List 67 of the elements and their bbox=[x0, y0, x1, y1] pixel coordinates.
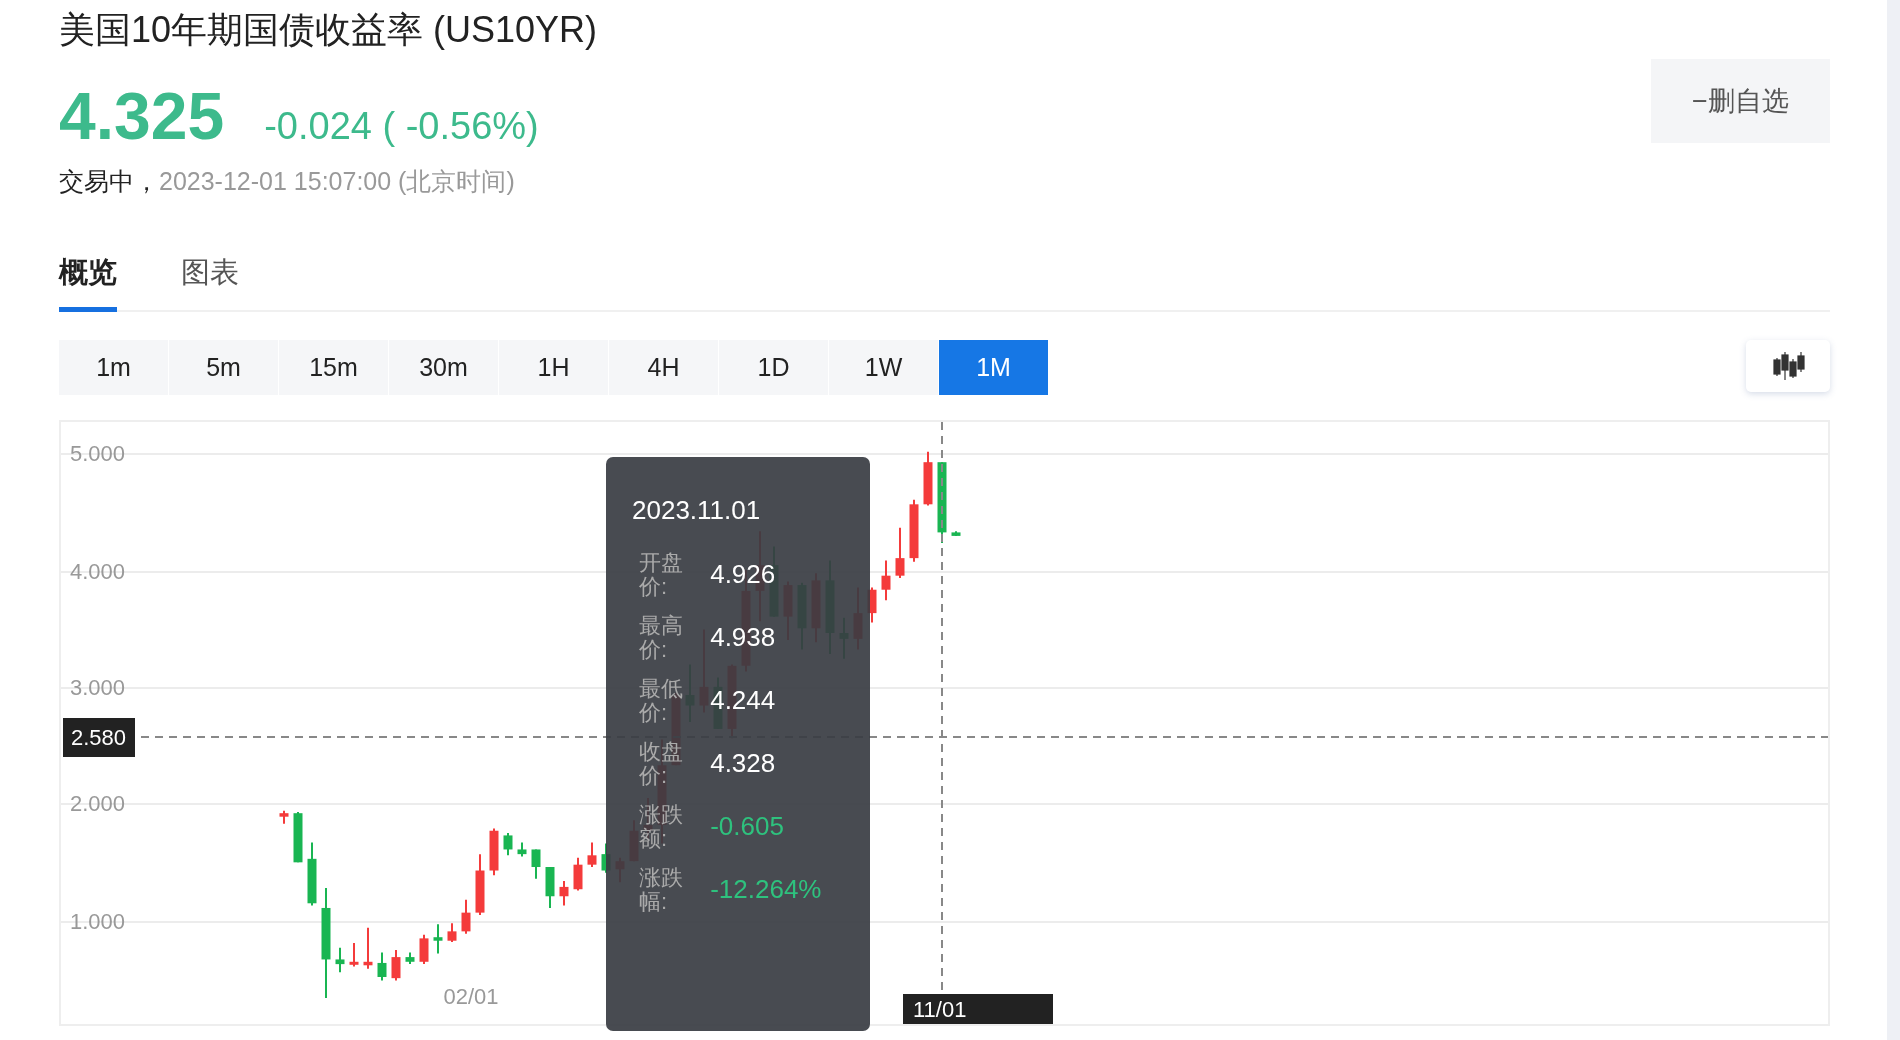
candlestick bbox=[461, 898, 471, 935]
candlestick bbox=[363, 926, 373, 970]
candlestick bbox=[447, 922, 457, 943]
candlestick bbox=[909, 498, 919, 563]
crosshair-date-label: 11/01 bbox=[903, 994, 1053, 1024]
tooltip-date: 2023.11.01 bbox=[632, 495, 762, 525]
tooltip-value: -12.264% bbox=[710, 874, 822, 905]
interval-button[interactable]: 1D bbox=[719, 340, 828, 395]
tooltip-label: 开盘价: bbox=[639, 550, 684, 599]
interval-button[interactable]: 1m bbox=[59, 340, 168, 395]
candlestick bbox=[405, 951, 415, 966]
candlestick bbox=[951, 530, 961, 537]
candlestick bbox=[349, 942, 359, 968]
crosshair-price-label: 2.580 bbox=[63, 718, 135, 757]
tooltip-label: 收盘价: bbox=[639, 739, 684, 788]
candlestick bbox=[517, 841, 527, 858]
axis-label: 4.000 bbox=[70, 559, 126, 585]
axis-label: 2.000 bbox=[70, 791, 126, 817]
candlestick bbox=[489, 827, 499, 877]
candlestick bbox=[475, 853, 485, 916]
tooltip-label: 最高价: bbox=[639, 613, 684, 662]
price-value: 4.325 bbox=[59, 81, 225, 151]
candlestick bbox=[307, 841, 317, 907]
candlestick-icon bbox=[1771, 351, 1805, 381]
axis-label: 5.000 bbox=[70, 441, 126, 467]
trading-status: 交易中， bbox=[59, 167, 159, 195]
interval-button[interactable]: 1M bbox=[939, 340, 1048, 395]
interval-button[interactable]: 15m bbox=[279, 340, 388, 395]
candlestick bbox=[573, 856, 583, 892]
interval-button[interactable]: 1W bbox=[829, 340, 938, 395]
candlestick bbox=[279, 809, 289, 825]
candlestick bbox=[559, 880, 569, 907]
timestamp: 2023-12-01 15:07:00 (北京时间) bbox=[159, 167, 515, 195]
candlestick bbox=[433, 923, 443, 955]
interval-button[interactable]: 5m bbox=[169, 340, 278, 395]
interval-button[interactable]: 30m bbox=[389, 340, 498, 395]
candlestick bbox=[391, 949, 401, 982]
candlestick bbox=[335, 946, 345, 974]
candlestick bbox=[377, 951, 387, 982]
candlestick bbox=[881, 559, 891, 602]
candlestick bbox=[895, 526, 905, 579]
candlestick bbox=[419, 933, 429, 966]
candlestick bbox=[293, 811, 303, 864]
candlestick bbox=[531, 848, 541, 880]
axis-label: 02/01 bbox=[442, 984, 500, 1010]
tooltip-value: -0.605 bbox=[710, 811, 784, 842]
candlestick bbox=[503, 832, 513, 857]
axis-label: 1.000 bbox=[70, 909, 126, 935]
tooltip-value: 4.926 bbox=[710, 559, 776, 590]
candlestick bbox=[587, 841, 597, 868]
candlestick bbox=[545, 866, 555, 909]
interval-button[interactable]: 1H bbox=[499, 340, 608, 395]
tooltip-label: 涨跌额: bbox=[639, 802, 684, 851]
tooltip-value: 4.244 bbox=[710, 685, 776, 716]
remove-watchlist-button[interactable]: −删自选 bbox=[1651, 59, 1830, 143]
tooltip-value: 4.328 bbox=[710, 748, 776, 779]
interval-button[interactable]: 4H bbox=[609, 340, 718, 395]
candlestick bbox=[923, 450, 933, 507]
chart-type-button[interactable] bbox=[1746, 340, 1830, 392]
tooltip-label: 涨跌幅: bbox=[639, 865, 684, 914]
tab[interactable]: 图表 bbox=[181, 253, 239, 312]
page-title: 美国10年期国债收益率 (US10YR) bbox=[59, 8, 598, 52]
price-change: -0.024 ( -0.56%) bbox=[264, 105, 539, 148]
tooltip-label: 最低价: bbox=[639, 676, 684, 725]
tooltip-value: 4.938 bbox=[710, 622, 776, 653]
tab[interactable]: 概览 bbox=[59, 253, 117, 312]
axis-label: 3.000 bbox=[70, 675, 126, 701]
